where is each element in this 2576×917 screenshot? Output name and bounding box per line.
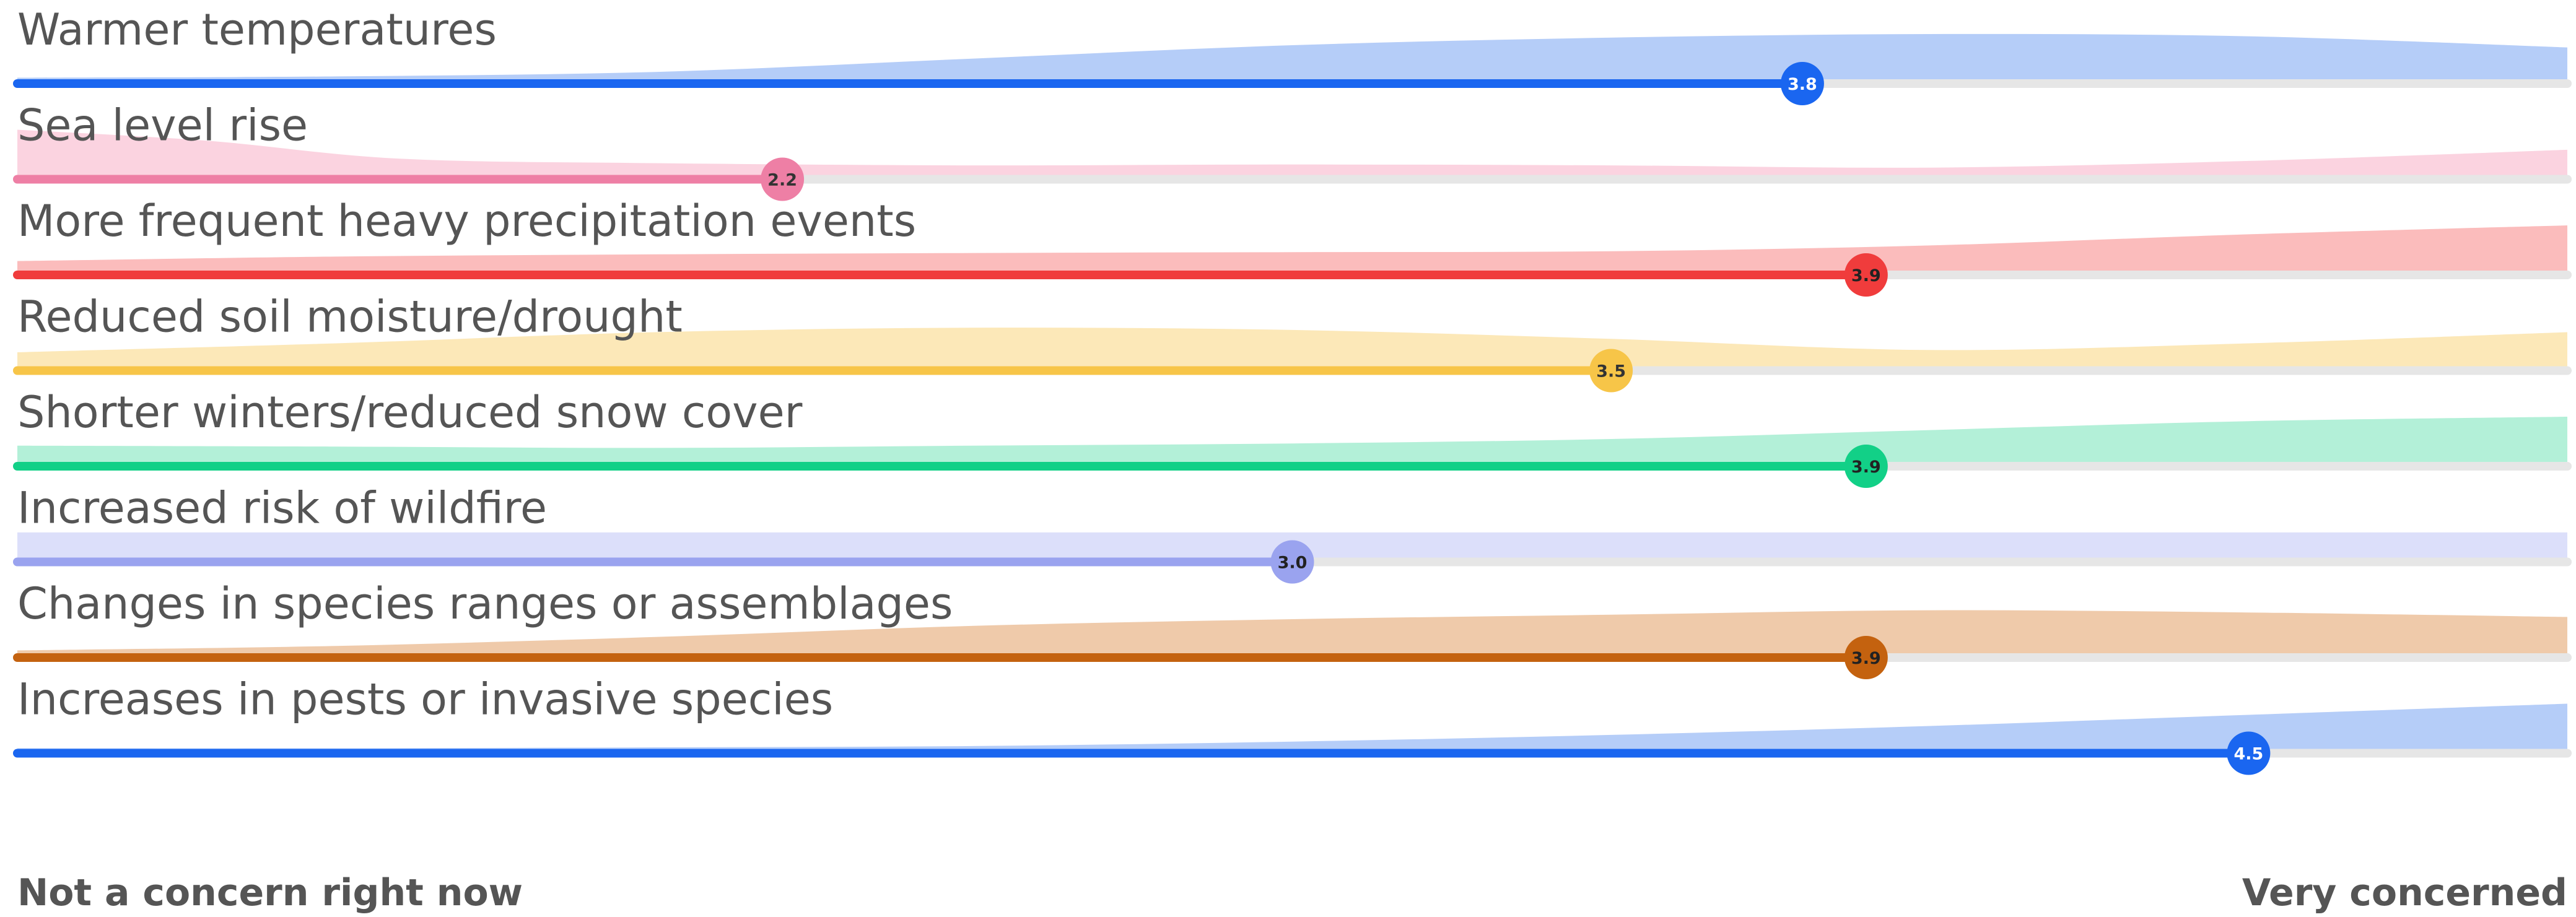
chart-row: 2.2 Sea level rise <box>13 100 2572 201</box>
high-end-label: Very concerned <box>2242 871 2567 915</box>
row-label: Shorter winters/reduced snow cover <box>17 387 803 438</box>
chart-row: 3.9 More frequent heavy precipitation eve… <box>13 196 2572 297</box>
row-label: Warmer temperatures <box>17 4 497 55</box>
low-end-label: Not a concern right now <box>17 871 523 915</box>
ridgeline-chart: 3.8Warmer temperatures2.2Sea level rise3… <box>13 4 2572 915</box>
chart-row: 3.9 Shorter winters/reduced snow cover <box>13 387 2572 488</box>
mean-value-label: 3.5 <box>1596 362 1626 381</box>
mean-value-label: 3.9 <box>1851 458 1881 477</box>
mean-value-label: 3.0 <box>1278 554 1308 573</box>
row-label: More frequent heavy precipitation events <box>17 196 916 246</box>
mean-value-label: 2.2 <box>767 171 797 190</box>
mean-value-label: 3.9 <box>1851 649 1881 668</box>
row-label: Sea level rise <box>17 100 308 151</box>
chart-row: 4.5 Increases in pests or invasive specie… <box>13 674 2572 775</box>
chart-row: 3.5 Reduced soil moisture/drought <box>13 292 2572 393</box>
chart-row: 3.9 Changes in species ranges or assembla… <box>13 578 2572 679</box>
row-label: Changes in species ranges or assemblages <box>17 578 953 629</box>
density-area <box>17 129 2567 180</box>
chart-rows: 3.8Warmer temperatures2.2Sea level rise3… <box>13 4 2572 775</box>
row-label: Increased risk of wildfire <box>17 483 547 534</box>
mean-value-label: 3.8 <box>1788 75 1817 94</box>
row-label: Increases in pests or invasive species <box>17 674 833 725</box>
mean-value-label: 3.9 <box>1851 266 1881 285</box>
row-label: Reduced soil moisture/drought <box>17 292 683 342</box>
mean-value-label: 4.5 <box>2233 745 2263 764</box>
chart-row: 3.0 Increased risk of wildfire <box>13 483 2572 584</box>
chart-row: 3.8 Warmer temperatures <box>13 4 2572 105</box>
